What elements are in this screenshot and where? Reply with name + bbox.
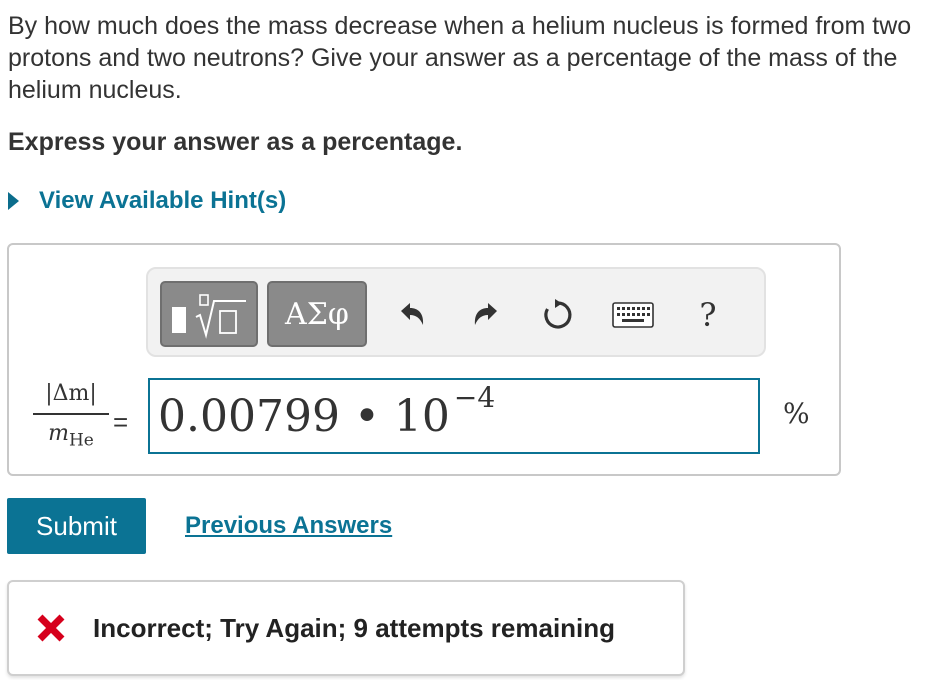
feedback-text: Incorrect; Try Again; 9 attempts remaini… (93, 612, 616, 643)
reset-icon (544, 299, 572, 329)
answer-box: ΑΣφ ? |Δm| mHe = 0.00799 • 10 −4 % (7, 243, 841, 476)
greek-symbols-button[interactable]: ΑΣφ (267, 281, 367, 347)
fraction-denominator: mHe (33, 419, 109, 455)
question-text: By how much does the mass decrease when … (8, 12, 912, 104)
math-toolbar: ΑΣφ ? (146, 267, 766, 357)
answer-variable-fraction: |Δm| mHe (33, 379, 109, 455)
answer-instruction: Express your answer as a percentage. (8, 128, 463, 156)
caret-right-icon (8, 192, 19, 210)
fraction-numerator: |Δm| (45, 381, 97, 406)
answer-mantissa: 0.00799 • 10 (158, 391, 450, 442)
undo-button[interactable] (392, 295, 432, 335)
answer-unit: % (783, 397, 810, 430)
undo-icon (401, 303, 424, 325)
answer-input[interactable]: 0.00799 • 10 −4 (148, 378, 760, 454)
redo-button[interactable] (466, 295, 506, 335)
help-button[interactable]: ? (688, 295, 728, 335)
templates-button[interactable] (160, 281, 258, 347)
equals-sign: = (113, 407, 129, 437)
denominator-variable: m (48, 421, 69, 446)
templates-icon (172, 294, 246, 339)
submit-button[interactable]: Submit (7, 498, 146, 554)
reset-button[interactable] (538, 295, 578, 335)
incorrect-x-icon (37, 614, 65, 642)
fraction-bar (33, 413, 109, 415)
denominator-subscript: He (68, 430, 94, 451)
previous-answers-link[interactable]: Previous Answers (185, 512, 392, 540)
view-hints-toggle[interactable]: View Available Hint(s) (8, 187, 286, 215)
keyboard-button[interactable] (610, 295, 656, 335)
feedback-message: Incorrect; Try Again; 9 attempts remaini… (7, 580, 685, 676)
keyboard-icon (612, 302, 654, 328)
view-hints-label: View Available Hint(s) (39, 187, 287, 214)
redo-icon (474, 303, 497, 325)
answer-exponent: −4 (453, 381, 496, 414)
